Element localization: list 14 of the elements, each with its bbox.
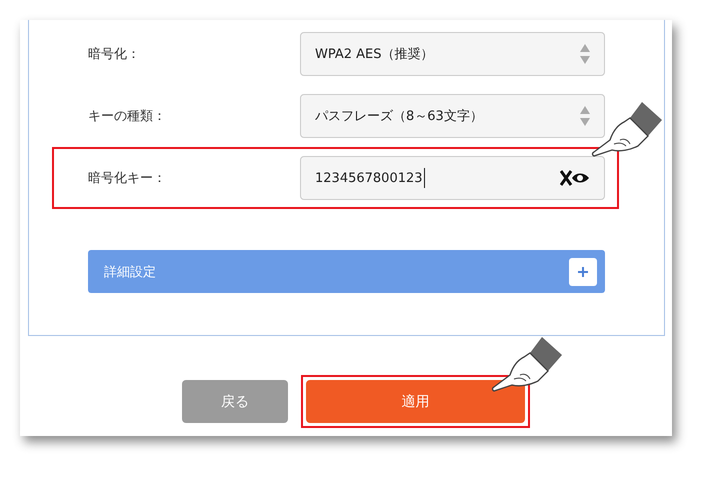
pointing-hand-icon [590,100,664,158]
expand-button[interactable] [569,258,597,286]
field-label: 暗号化： [88,46,141,63]
password-field[interactable]: 1234567800123 [300,156,605,200]
select-field[interactable]: パスフレーズ（8～63文字） [300,94,605,138]
plus-icon [578,266,588,276]
field-label: 暗号化キー： [88,170,167,187]
pointing-hand-icon [490,335,564,393]
sort-arrows-icon [580,105,590,127]
field-label: キーの種類： [88,108,167,125]
select-field[interactable]: WPA2 AES（推奨） [300,32,605,76]
sort-arrows-icon [580,43,590,65]
eye-slash-icon[interactable] [560,168,590,188]
section-title: 詳細設定 [104,264,157,280]
